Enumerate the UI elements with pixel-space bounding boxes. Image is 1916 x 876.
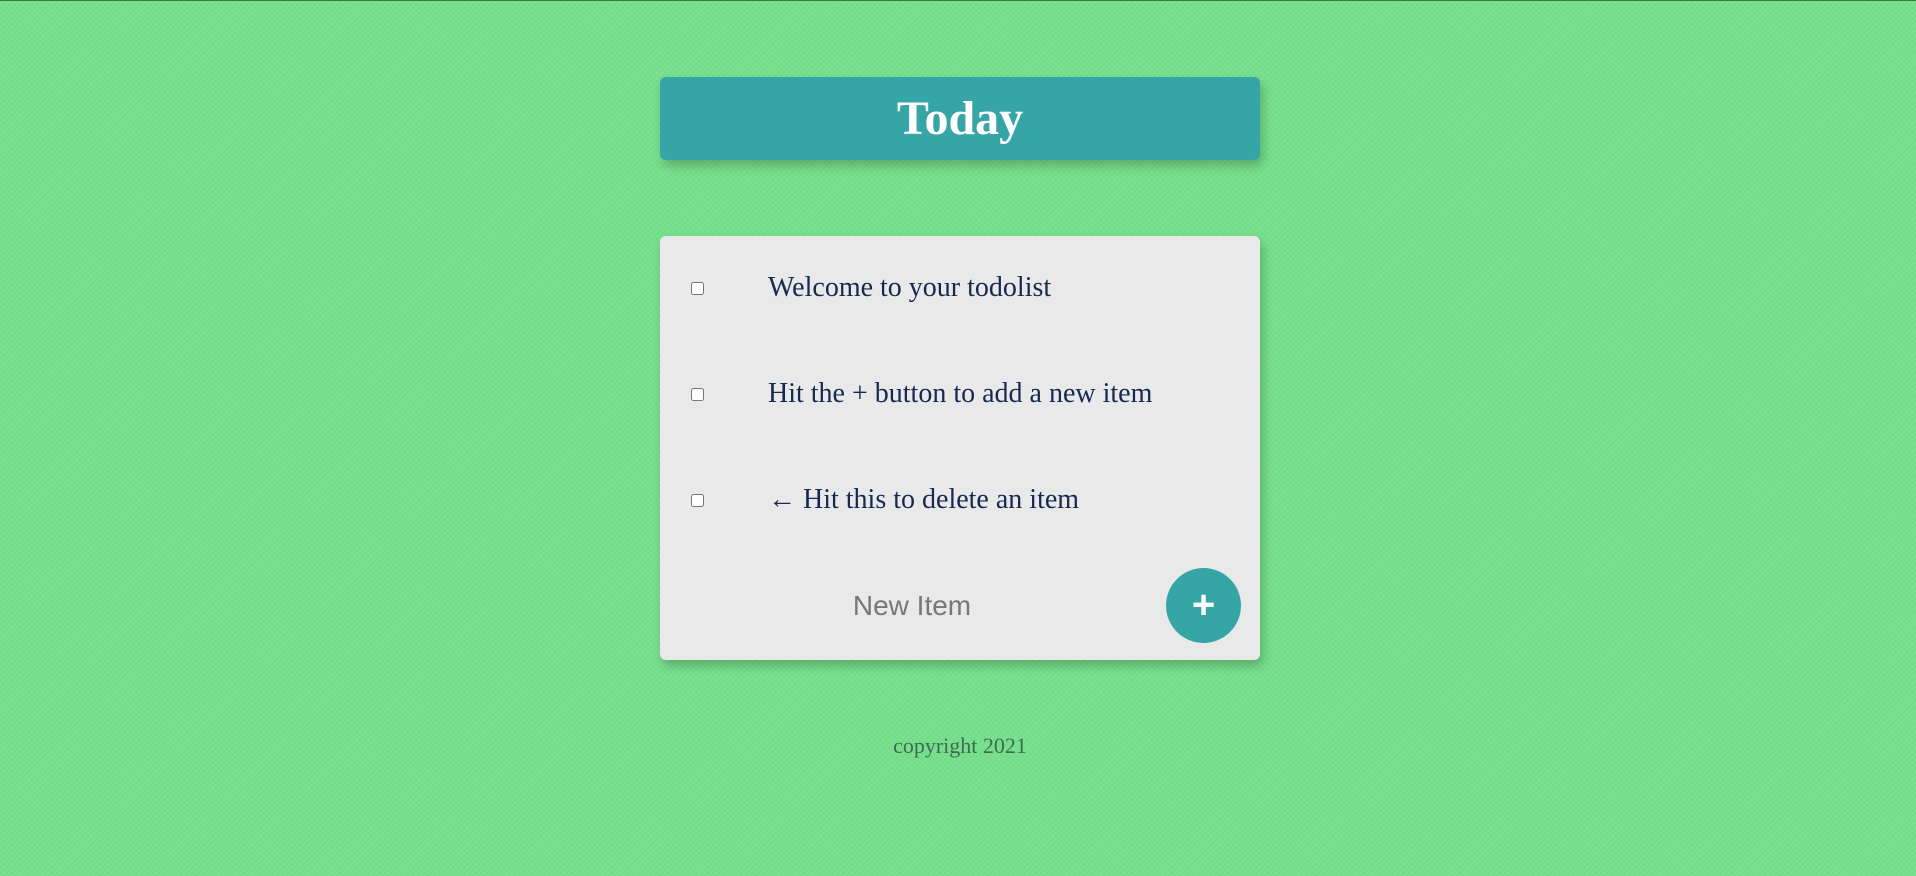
add-item-button[interactable]: + bbox=[1166, 568, 1241, 643]
copyright-footer: copyright 2021 bbox=[893, 733, 1027, 758]
item-label: ← Hit this to delete an item bbox=[768, 484, 1080, 515]
list-item: Welcome to your todolist bbox=[660, 258, 1260, 318]
item-label: Hit the + button to add a new item bbox=[768, 378, 1153, 409]
new-item-input[interactable] bbox=[760, 584, 1064, 628]
top-border-line bbox=[0, 0, 1916, 1]
list-item: Hit the + button to add a new item bbox=[660, 364, 1260, 424]
page-title: Today bbox=[896, 92, 1024, 145]
item-checkbox[interactable] bbox=[691, 281, 704, 295]
new-item-form: + bbox=[660, 566, 1260, 646]
todo-list-card: Welcome to your todolist Hit the + butto… bbox=[660, 236, 1260, 660]
list-item: ← Hit this to delete an item bbox=[660, 470, 1260, 530]
item-checkbox[interactable] bbox=[691, 387, 704, 401]
item-checkbox[interactable] bbox=[691, 493, 704, 507]
header-banner: Today bbox=[660, 77, 1260, 160]
item-label: Welcome to your todolist bbox=[768, 272, 1052, 303]
